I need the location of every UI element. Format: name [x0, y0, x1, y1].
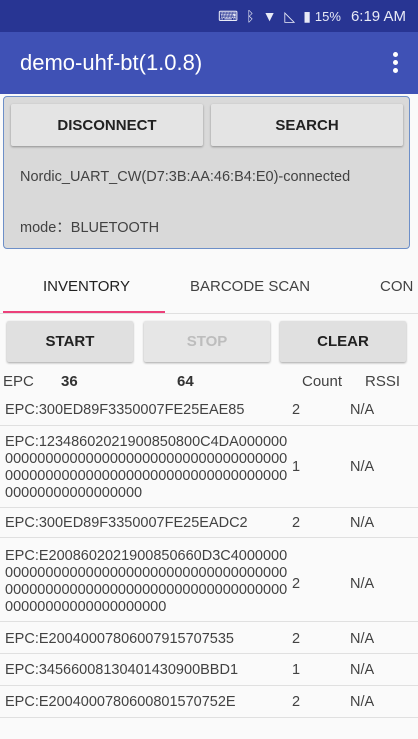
count-value: 1 — [292, 459, 301, 475]
header-epc: EPC — [3, 373, 34, 390]
wifi-icon: ▼ — [262, 8, 277, 24]
device-status: Nordic_UART_CW(D7:3B:AA:46:B4:E0)-connec… — [20, 169, 351, 185]
rssi-value: N/A — [350, 631, 375, 647]
disconnect-button[interactable]: DISCONNECT — [11, 104, 203, 146]
search-button[interactable]: SEARCH — [211, 104, 403, 146]
epc-value: EPC:12348602021900850800C4DA000000000000… — [5, 434, 288, 501]
count-value: 2 — [292, 631, 301, 647]
overflow-menu-icon[interactable] — [392, 52, 398, 76]
tab-bar: INVENTORY BARCODE SCAN CON — [0, 262, 418, 314]
rssi-value: N/A — [350, 694, 375, 710]
header-rssi: RSSI — [365, 373, 401, 390]
count-value: 2 — [292, 576, 301, 592]
no-signal-icon: ◺ — [284, 8, 296, 24]
app-bar: demo-uhf-bt(1.0.8) — [0, 32, 418, 94]
battery-charging-icon: ▮ — [303, 8, 311, 24]
header-count: Count — [302, 373, 343, 390]
clock: 6:19 AM — [350, 7, 406, 25]
clear-button[interactable]: CLEAR — [280, 321, 406, 362]
battery-level: 15% — [314, 8, 341, 24]
rssi-value: N/A — [350, 515, 375, 531]
rssi-value: N/A — [350, 402, 375, 418]
count-value: 1 — [292, 662, 301, 678]
list-header: EPC 36 64 Count RSSI — [0, 370, 418, 394]
tabs-divider — [0, 313, 418, 314]
epc-value: EPC:E20040007806007915707535 — [5, 631, 234, 647]
tab-con[interactable]: CON — [380, 262, 413, 310]
list-item[interactable]: EPC:300ED89F3350007FE25EADC2 2 N/A — [0, 508, 418, 538]
status-bar: ⌨ ᛒ ▼ ◺ ▮ 15% 6:19 AM — [0, 0, 418, 32]
count-value: 2 — [292, 515, 301, 531]
list-item[interactable]: EPC:E20040007806007915707535 2 N/A — [0, 622, 418, 654]
rssi-value: N/A — [350, 459, 375, 475]
unique-tag-count: 36 — [61, 373, 78, 390]
epc-value: EPC:E2004000780600801570752E — [5, 694, 236, 710]
count-value: 2 — [292, 402, 301, 418]
rssi-value: N/A — [350, 662, 375, 678]
list-item[interactable]: EPC:E2004000780600801570752E 2 N/A — [0, 686, 418, 718]
epc-value: EPC:E2008602021900850660D3C4000000000000… — [5, 548, 288, 615]
list-item[interactable]: EPC:12348602021900850800C4DA000000000000… — [0, 426, 418, 508]
keyboard-icon: ⌨ — [217, 8, 239, 24]
epc-value: EPC:300ED89F3350007FE25EAE85 — [5, 402, 245, 418]
list-item[interactable]: EPC:300ED89F3350007FE25EAE85 2 N/A — [0, 396, 418, 426]
rssi-value: N/A — [350, 576, 375, 592]
total-read-count: 64 — [177, 373, 194, 390]
list-item[interactable]: EPC:34566008130401430900BBD1 1 N/A — [0, 654, 418, 686]
epc-value: EPC:300ED89F3350007FE25EADC2 — [5, 515, 248, 531]
count-value: 2 — [292, 694, 301, 710]
tab-barcode-scan[interactable]: BARCODE SCAN — [190, 262, 310, 310]
tab-inventory[interactable]: INVENTORY — [43, 262, 130, 310]
start-button[interactable]: START — [7, 321, 133, 362]
mode-label: mode：BLUETOOTH — [20, 220, 160, 236]
app-title: demo-uhf-bt(1.0.8) — [20, 50, 203, 75]
list-item[interactable]: EPC:E2008602021900850660D3C4000000000000… — [0, 538, 418, 622]
bluetooth-icon: ᛒ — [246, 8, 255, 24]
stop-button[interactable]: STOP — [144, 321, 270, 362]
connection-panel: DISCONNECT SEARCH Nordic_UART_CW(D7:3B:A… — [3, 96, 410, 249]
epc-value: EPC:34566008130401430900BBD1 — [5, 662, 239, 678]
